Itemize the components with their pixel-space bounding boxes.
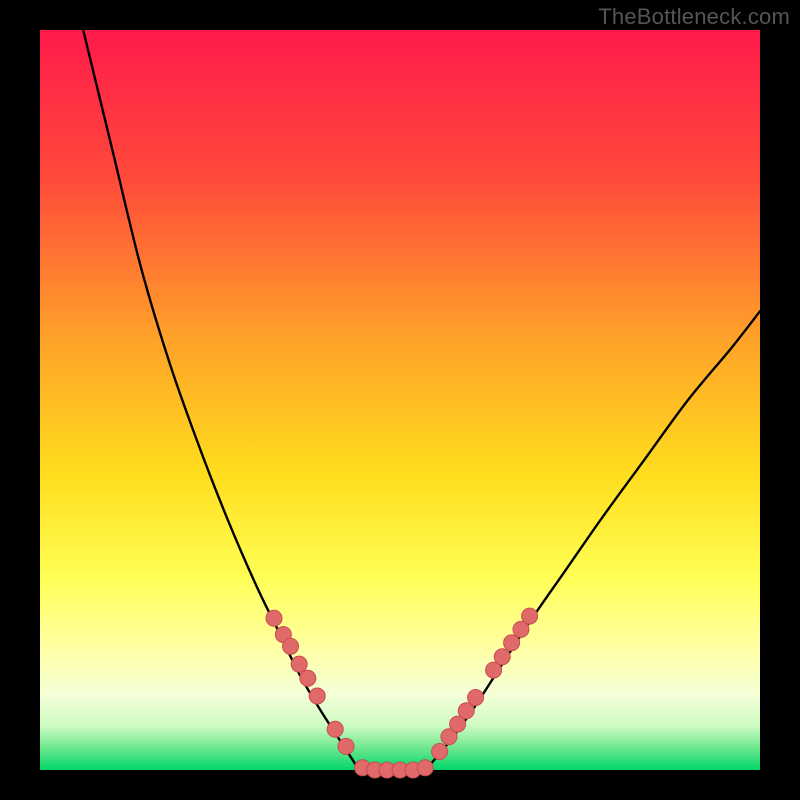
data-marker bbox=[291, 656, 307, 672]
data-marker bbox=[300, 670, 316, 686]
data-marker bbox=[338, 738, 354, 754]
data-marker bbox=[283, 638, 299, 654]
data-marker bbox=[504, 635, 520, 651]
plot-background bbox=[40, 30, 760, 770]
chart-svg bbox=[0, 0, 800, 800]
data-marker bbox=[417, 760, 433, 776]
data-marker bbox=[432, 744, 448, 760]
chart-container: TheBottleneck.com bbox=[0, 0, 800, 800]
data-marker bbox=[327, 721, 343, 737]
data-marker bbox=[522, 608, 538, 624]
data-marker bbox=[309, 688, 325, 704]
data-marker bbox=[468, 689, 484, 705]
data-marker bbox=[266, 610, 282, 626]
data-marker bbox=[458, 703, 474, 719]
data-marker bbox=[494, 649, 510, 665]
